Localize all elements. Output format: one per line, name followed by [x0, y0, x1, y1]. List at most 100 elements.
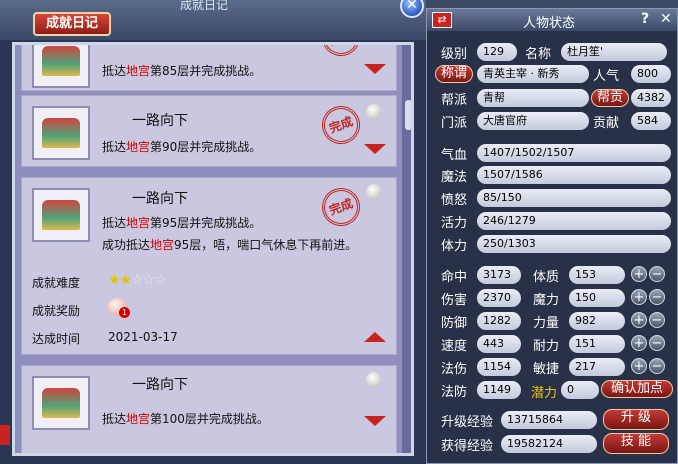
potential-value: 0	[561, 381, 599, 399]
close-icon[interactable]: ✕	[660, 11, 672, 27]
time-label: 达成时间	[32, 332, 81, 346]
achievement-desc: 抵达地宫第85层并完成挑战。	[102, 64, 262, 78]
achievement-card[interactable]: 一路向下 抵达地宫第100层并完成挑战。	[21, 365, 397, 453]
achievement-desc: 抵达地宫第90层并完成挑战。	[102, 140, 262, 154]
character-title-bar: ⇄ 人物状态 ? ✕	[427, 9, 677, 31]
stat-label: 命中	[441, 270, 468, 285]
peach-icon	[366, 184, 382, 200]
plus-icon[interactable]: +	[631, 358, 647, 374]
mdef-label: 法防	[441, 385, 468, 400]
achievement-desc-detail: 成功抵达地宫95层，唔，喘口气休息下再前进。	[102, 238, 358, 252]
anger-label: 愤怒	[441, 193, 468, 208]
achievement-icon	[32, 106, 90, 160]
plus-icon[interactable]: +	[631, 312, 647, 328]
level-label: 级别	[441, 47, 468, 62]
title-value: 青英主宰 · 新秀	[477, 65, 589, 83]
minus-icon[interactable]: −	[649, 312, 665, 328]
minus-icon[interactable]: −	[649, 335, 665, 351]
stat-value: 443	[477, 335, 521, 353]
attr-value: 217	[569, 358, 625, 376]
stat-value: 2370	[477, 289, 521, 307]
gained-exp-value: 19582124	[501, 435, 597, 453]
gang-value: 青帮	[477, 89, 589, 107]
expand-arrow-icon[interactable]	[364, 416, 386, 426]
expand-arrow-icon[interactable]	[364, 144, 386, 154]
attr-value: 153	[569, 266, 625, 284]
mp-value: 1507/1586	[477, 166, 671, 184]
scrollbar-thumb[interactable]	[405, 100, 411, 130]
mp-label: 魔法	[441, 170, 468, 185]
stat-value: 1282	[477, 312, 521, 330]
vitality-label: 活力	[441, 216, 468, 231]
name-value: 杜月笙'	[561, 43, 667, 61]
stamina-label: 体力	[441, 239, 468, 254]
character-title: 人物状态	[523, 16, 576, 31]
attr-value: 982	[569, 312, 625, 330]
plus-icon[interactable]: +	[631, 266, 647, 282]
anger-value: 85/150	[477, 189, 671, 207]
reward-peach-icon[interactable]: 1	[108, 298, 130, 318]
achievement-name: 一路向下	[132, 377, 188, 393]
achievement-card[interactable]: 抵达地宫第85层并完成挑战。 完成	[21, 45, 397, 91]
achievement-list: 抵达地宫第85层并完成挑战。 完成 一路向下 抵达地宫第90层并完成挑战。 完成…	[12, 42, 414, 456]
confirm-points-button[interactable]: 确认加点	[601, 380, 673, 398]
upgrade-exp-label: 升级经验	[441, 415, 494, 430]
minus-icon[interactable]: −	[649, 266, 665, 282]
attr-value: 150	[569, 289, 625, 307]
stat-value: 3173	[477, 266, 521, 284]
school-label: 门派	[441, 116, 468, 131]
expand-arrow-icon[interactable]	[364, 64, 386, 74]
title-button[interactable]: 称谓	[435, 65, 473, 83]
difficulty-label: 成就难度	[32, 276, 81, 290]
stamina-value: 250/1303	[477, 235, 671, 253]
stat-value: 1154	[477, 358, 521, 376]
vitality-value: 246/1279	[477, 212, 671, 230]
name-label: 名称	[525, 47, 552, 62]
swap-icon[interactable]: ⇄	[432, 12, 452, 28]
donate-label: 贡献	[593, 116, 620, 131]
achievement-window: 成就日记 成就日记 ✕ 抵达地宫第85层并完成挑战。 完成 一路向下 抵达地宫第…	[0, 0, 426, 464]
achievement-window-title: 成就日记	[180, 0, 229, 12]
achievement-icon	[32, 45, 90, 88]
character-status-panel: ⇄ 人物状态 ? ✕ 级别 129 名称 杜月笙' 称谓 青英主宰 · 新秀 人…	[426, 8, 678, 464]
gang-contribution-button[interactable]: 帮贡	[591, 89, 629, 107]
achievement-title-bar: 成就日记 成就日记 ✕	[0, 0, 426, 40]
attr-label: 敏捷	[533, 362, 560, 377]
upgrade-exp-value: 13715864	[501, 411, 597, 429]
achievement-diary-tab[interactable]: 成就日记	[33, 12, 111, 36]
gained-exp-label: 获得经验	[441, 439, 494, 454]
achievement-icon	[32, 188, 90, 242]
achievement-desc: 抵达地宫第100层并完成挑战。	[102, 412, 269, 426]
plus-icon[interactable]: +	[631, 335, 647, 351]
donate-value: 584	[631, 112, 671, 130]
level-up-button[interactable]: 升 级	[603, 409, 669, 430]
reward-count-badge: 1	[119, 307, 130, 318]
achievement-card[interactable]: 一路向下 抵达地宫第90层并完成挑战。 完成	[21, 95, 397, 167]
gang-label: 帮派	[441, 93, 468, 108]
achievement-name: 一路向下	[132, 191, 188, 207]
minus-icon[interactable]: −	[649, 358, 665, 374]
completed-seal-icon: 完成	[316, 45, 366, 62]
achievement-icon	[32, 376, 90, 430]
level-value: 129	[477, 43, 517, 61]
difficulty-stars: ★★☆☆☆	[108, 272, 167, 288]
stat-label: 速度	[441, 339, 468, 354]
attr-label: 魔力	[533, 293, 560, 308]
minus-icon[interactable]: −	[649, 289, 665, 305]
attr-label: 耐力	[533, 339, 560, 354]
completed-seal-icon: 完成	[316, 182, 366, 232]
plus-icon[interactable]: +	[631, 289, 647, 305]
peach-icon	[366, 372, 382, 388]
gang-contribution-value: 4382	[631, 89, 671, 107]
achievement-card-expanded[interactable]: 一路向下 抵达地宫第95层并完成挑战。 成功抵达地宫95层，唔，喘口气休息下再前…	[21, 177, 397, 355]
side-tab[interactable]	[0, 425, 10, 445]
stat-label: 法伤	[441, 362, 468, 377]
close-icon[interactable]: ✕	[400, 0, 424, 18]
completed-seal-icon: 完成	[316, 100, 366, 150]
collapse-arrow-icon[interactable]	[364, 332, 386, 342]
attr-label: 力量	[533, 316, 560, 331]
skills-button[interactable]: 技 能	[603, 433, 669, 454]
reward-label: 成就奖励	[32, 304, 81, 318]
hp-label: 气血	[441, 148, 468, 163]
help-icon[interactable]: ?	[641, 11, 649, 27]
